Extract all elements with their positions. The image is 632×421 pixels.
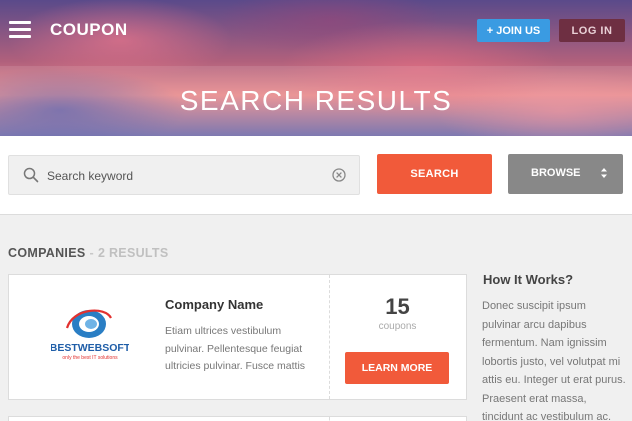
clear-icon[interactable] [331, 167, 347, 183]
company-card: BESTWEBSOFT only the best IT solutions C… [8, 274, 467, 400]
results-count: 2 RESULTS [97, 246, 169, 260]
hamburger-menu-icon[interactable] [9, 21, 31, 39]
company-card [8, 416, 467, 421]
sidebar-title: How It Works? [483, 272, 574, 287]
results-separator: - [89, 246, 94, 260]
hero-banner: COUPON + JOIN US LOG IN SEARCH RESULTS [0, 0, 632, 136]
results-header: COMPANIES -2 RESULTS [8, 246, 169, 260]
join-us-button[interactable]: + JOIN US [477, 19, 550, 42]
browse-label: BROWSE [531, 167, 581, 179]
card-divider [329, 417, 330, 421]
coupon-count: 15 [385, 294, 410, 319]
search-button[interactable]: SEARCH [377, 154, 492, 194]
log-in-button[interactable]: LOG IN [559, 19, 625, 42]
company-name[interactable]: Company Name [165, 297, 263, 312]
company-logo[interactable]: BESTWEBSOFT only the best IT solutions [51, 302, 129, 362]
search-field[interactable] [8, 155, 360, 195]
search-bar: SEARCH BROWSE [0, 136, 632, 215]
sort-arrows-icon [601, 168, 607, 178]
search-icon [23, 167, 39, 183]
browse-button[interactable]: BROWSE [508, 154, 623, 194]
company-description: Etiam ultrices vestibulum pulvinar. Pell… [165, 325, 306, 372]
svg-text:BESTWEBSOFT: BESTWEBSOFT [51, 342, 129, 354]
results-section-title: COMPANIES [8, 246, 86, 260]
learn-more-button[interactable]: LEARN MORE [345, 352, 449, 384]
brand-logo[interactable]: COUPON [50, 20, 128, 40]
svg-text:only the best IT solutions: only the best IT solutions [62, 355, 118, 361]
page-title: SEARCH RESULTS [179, 85, 453, 116]
sidebar-text: Donec suscipit ipsum pulvinar arcu dapib… [482, 300, 626, 421]
search-input[interactable] [47, 164, 327, 188]
coupon-count-label: coupons [378, 321, 417, 332]
